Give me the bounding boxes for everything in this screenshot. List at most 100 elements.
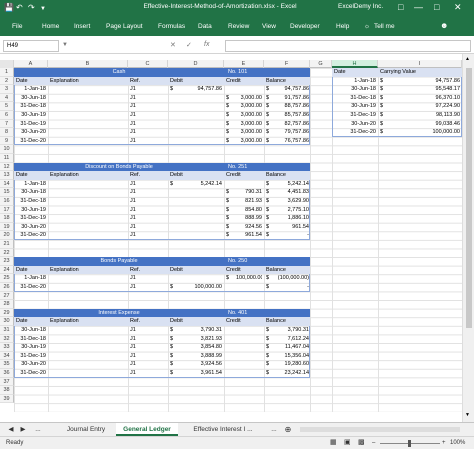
date-cell[interactable]: 30-Jun-20: [14, 223, 46, 232]
row-header[interactable]: 13: [0, 171, 14, 180]
undo-icon[interactable]: ↶: [16, 2, 23, 14]
ref-cell[interactable]: J1: [130, 343, 168, 352]
ref-cell[interactable]: J1: [130, 128, 168, 137]
debit-cell[interactable]: [180, 206, 222, 215]
cash-account-no[interactable]: No. 101: [224, 68, 310, 77]
balance-cell[interactable]: -: [276, 231, 309, 240]
currency-cell[interactable]: $: [170, 369, 180, 378]
bonds-account-no[interactable]: No. 250: [224, 257, 310, 266]
currency-cell[interactable]: $: [226, 111, 236, 120]
date-cell[interactable]: 30-Jun-19: [332, 102, 376, 111]
debit-cell[interactable]: 3,924.56: [180, 360, 222, 369]
currency-cell[interactable]: $: [266, 326, 276, 335]
row-header[interactable]: 15: [0, 188, 14, 197]
discount-column-header[interactable]: Balance: [266, 171, 310, 180]
credit-cell[interactable]: [236, 335, 262, 344]
carrying-value-cell[interactable]: 95,548.17: [390, 85, 460, 94]
date-cell[interactable]: 31-Dec-20: [332, 128, 376, 137]
debit-cell[interactable]: [180, 120, 222, 129]
date-cell[interactable]: 30-Jun-19: [14, 111, 46, 120]
debit-cell[interactable]: 100,000.00: [180, 283, 222, 292]
row-header[interactable]: 9: [0, 136, 14, 146]
currency-cell[interactable]: [226, 343, 236, 352]
tell-me-search[interactable]: Tell me: [374, 23, 395, 30]
currency-cell[interactable]: $: [266, 188, 276, 197]
sheet-tab-journal-entry[interactable]: Journal Entry: [56, 423, 116, 436]
balance-cell[interactable]: 79,757.86: [276, 128, 309, 137]
currency-cell[interactable]: $: [266, 352, 276, 361]
debit-cell[interactable]: [180, 102, 222, 111]
credit-cell[interactable]: 3,000.00: [236, 111, 262, 120]
row-header[interactable]: 25: [0, 274, 14, 283]
currency-cell[interactable]: $: [226, 188, 236, 197]
currency-cell[interactable]: [170, 223, 180, 232]
qa-customize-icon[interactable]: ▼: [40, 3, 46, 15]
explanation-cell[interactable]: [48, 180, 128, 189]
currency-cell[interactable]: $: [226, 214, 236, 223]
currency-cell[interactable]: $: [226, 274, 236, 283]
date-cell[interactable]: 30-Jun-18: [14, 326, 46, 335]
balance-cell[interactable]: 82,757.86: [276, 120, 309, 129]
select-all-corner[interactable]: [0, 60, 14, 68]
tab-formulas[interactable]: Formulas: [158, 23, 185, 30]
credit-cell[interactable]: 3,000.00: [236, 128, 262, 137]
ref-cell[interactable]: J1: [130, 188, 168, 197]
currency-cell[interactable]: $: [266, 214, 276, 223]
carrying-value-cell[interactable]: 98,113.90: [390, 111, 460, 120]
debit-cell[interactable]: [180, 111, 222, 120]
row-header[interactable]: 38: [0, 386, 14, 395]
date-cell[interactable]: 30-Jun-20: [332, 120, 376, 129]
scroll-up-icon[interactable]: ▲: [465, 56, 470, 62]
add-sheet-icon[interactable]: ⊕: [282, 423, 294, 436]
currency-cell[interactable]: [170, 206, 180, 215]
ref-cell[interactable]: J1: [130, 180, 168, 189]
explanation-cell[interactable]: [48, 335, 128, 344]
row-header[interactable]: 10: [0, 145, 14, 154]
balance-cell[interactable]: 3,629.90: [276, 197, 309, 206]
ref-cell[interactable]: J1: [130, 85, 168, 94]
column-header[interactable]: G: [310, 60, 332, 68]
credit-cell[interactable]: 100,000.00: [236, 274, 262, 283]
credit-cell[interactable]: 3,000.00: [236, 102, 262, 111]
row-header[interactable]: 16: [0, 197, 14, 206]
currency-cell[interactable]: $: [266, 197, 276, 206]
tab-data[interactable]: Data: [198, 23, 212, 30]
currency-cell[interactable]: [170, 188, 180, 197]
row-header[interactable]: 23: [0, 257, 14, 266]
credit-cell[interactable]: [236, 283, 262, 292]
currency-cell[interactable]: [226, 180, 236, 189]
currency-cell[interactable]: $: [266, 137, 276, 146]
row-header[interactable]: 29: [0, 308, 14, 318]
currency-cell[interactable]: [170, 274, 180, 283]
ref-cell[interactable]: J1: [130, 326, 168, 335]
currency-cell[interactable]: $: [170, 85, 180, 94]
bonds-column-header[interactable]: Debit: [170, 266, 224, 275]
date-cell[interactable]: 30-Jun-20: [14, 128, 46, 137]
balance-cell[interactable]: 961.54: [276, 223, 309, 232]
credit-cell[interactable]: 3,000.00: [236, 137, 262, 146]
currency-cell[interactable]: [170, 128, 180, 137]
row-header[interactable]: 3: [0, 85, 14, 94]
debit-cell[interactable]: [180, 197, 222, 206]
minimize-icon[interactable]: —: [414, 1, 423, 14]
date-cell[interactable]: 31-Dec-18: [14, 197, 46, 206]
debit-cell[interactable]: [180, 231, 222, 240]
currency-cell[interactable]: [226, 326, 236, 335]
carrying-column-header[interactable]: Carrying Value: [380, 68, 462, 77]
column-header[interactable]: E: [224, 60, 264, 68]
credit-cell[interactable]: 821.93: [236, 197, 262, 206]
save-icon[interactable]: 💾: [4, 2, 14, 14]
balance-cell[interactable]: 88,757.86: [276, 102, 309, 111]
tab-page-layout[interactable]: Page Layout: [106, 23, 143, 30]
column-header[interactable]: H: [332, 60, 378, 68]
currency-cell[interactable]: $: [266, 343, 276, 352]
interest-column-header[interactable]: Balance: [266, 317, 310, 326]
credit-cell[interactable]: [236, 343, 262, 352]
currency-cell[interactable]: $: [266, 94, 276, 103]
currency-cell[interactable]: [226, 369, 236, 378]
balance-cell[interactable]: 76,757.86: [276, 137, 309, 146]
interest-column-header[interactable]: Explanation: [50, 317, 128, 326]
currency-cell[interactable]: $: [380, 102, 390, 111]
ref-cell[interactable]: J1: [130, 352, 168, 361]
page-layout-view-icon[interactable]: ▣: [344, 437, 351, 449]
